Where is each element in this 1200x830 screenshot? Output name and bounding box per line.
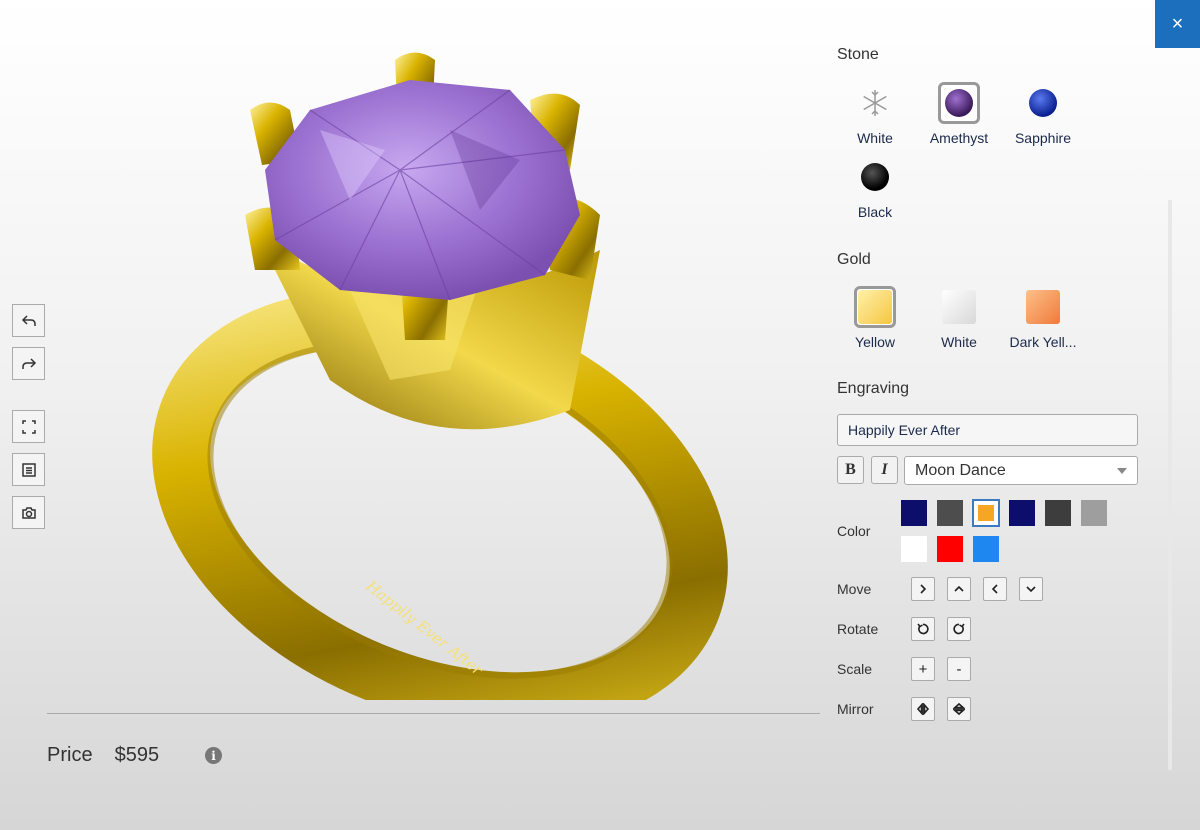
chevron-left-icon	[991, 584, 998, 594]
yellow-gold-tile	[858, 290, 892, 324]
move-left-button[interactable]	[983, 577, 1007, 601]
stone-option-amethyst[interactable]: Amethyst	[917, 82, 1001, 146]
gold-swatch	[938, 286, 980, 328]
move-label: Move	[837, 581, 872, 597]
snapshot-button[interactable]	[12, 496, 45, 529]
price-divider	[47, 713, 820, 714]
chevron-down-icon	[1026, 586, 1036, 593]
color-swatch[interactable]	[1045, 500, 1071, 526]
chevron-down-icon	[1117, 468, 1127, 474]
rotate-ccw-button[interactable]	[911, 617, 935, 641]
stone-swatch-selected	[938, 82, 980, 124]
price-label: Price	[47, 744, 93, 766]
gold-section-title: Gold	[837, 251, 871, 268]
mirror-vertical-button[interactable]	[947, 697, 971, 721]
camera-icon	[21, 506, 36, 519]
stone-label: Black	[857, 204, 893, 220]
color-swatch[interactable]	[901, 536, 927, 562]
fullscreen-button[interactable]	[12, 410, 45, 443]
list-icon	[21, 462, 36, 477]
color-swatch[interactable]	[1009, 500, 1035, 526]
info-icon[interactable]: i	[205, 747, 223, 764]
price-value: $595	[114, 744, 160, 766]
stone-option-black[interactable]: Black	[833, 156, 917, 220]
redo-button[interactable]	[12, 347, 45, 380]
scale-label: Scale	[837, 661, 873, 677]
gold-option-dark-yellow[interactable]: Dark Yell...	[1001, 286, 1085, 350]
dark-yellow-gold-tile	[1026, 290, 1060, 324]
mirror-horizontal-button[interactable]	[911, 697, 935, 721]
fullscreen-icon	[21, 419, 36, 434]
bold-button[interactable]: B	[837, 456, 864, 484]
color-swatch[interactable]	[973, 536, 999, 562]
chevron-up-icon	[954, 585, 964, 592]
color-swatch[interactable]	[937, 500, 963, 526]
font-select-value: Moon Dance	[915, 462, 1006, 479]
price-row: Price $595 i	[47, 744, 223, 767]
italic-button[interactable]: I	[871, 456, 898, 484]
color-swatch[interactable]	[937, 536, 963, 562]
stone-swatch	[1022, 82, 1064, 124]
white-gold-tile	[942, 290, 976, 324]
stone-label: White	[857, 130, 893, 146]
gold-label: White	[941, 334, 977, 350]
details-button[interactable]	[12, 453, 45, 486]
engraving-text-input[interactable]: Happily Ever After	[837, 414, 1138, 446]
close-button[interactable]: ×	[1155, 0, 1200, 48]
gold-swatch	[1022, 286, 1064, 328]
chevron-right-icon	[920, 584, 927, 594]
panel-scrollbar[interactable]	[1168, 200, 1172, 770]
move-down-button[interactable]	[1019, 577, 1043, 601]
scale-up-button[interactable]: +	[911, 657, 935, 681]
scale-down-button[interactable]: -	[947, 657, 971, 681]
color-label: Color	[837, 523, 871, 539]
plus-icon: +	[918, 660, 928, 678]
ring-model[interactable]: Happily Ever After	[150, 40, 750, 700]
rotate-ccw-icon	[917, 623, 929, 635]
gold-option-white[interactable]: White	[917, 286, 1001, 350]
redo-icon	[21, 357, 36, 369]
flip-vertical-icon	[952, 702, 966, 716]
ring-viewer[interactable]: Happily Ever After Price $595 i	[0, 0, 820, 830]
undo-icon	[21, 314, 36, 326]
flip-horizontal-icon	[916, 702, 930, 716]
color-swatch[interactable]	[1081, 500, 1107, 526]
rotate-label: Rotate	[837, 621, 879, 637]
stone-swatch	[854, 156, 896, 198]
gold-label: Yellow	[855, 334, 895, 350]
mirror-label: Mirror	[837, 701, 874, 717]
amethyst-gem-icon	[945, 89, 973, 117]
stone-label: Amethyst	[929, 130, 989, 146]
engraving-section-title: Engraving	[837, 380, 910, 397]
color-swatch[interactable]	[901, 500, 927, 526]
black-gem-icon	[861, 163, 889, 191]
move-right-button[interactable]	[911, 577, 935, 601]
color-swatch-fill	[978, 505, 994, 521]
gold-swatch-selected	[854, 286, 896, 328]
stone-label: Sapphire	[1014, 130, 1072, 146]
undo-button[interactable]	[12, 304, 45, 337]
rotate-cw-button[interactable]	[947, 617, 971, 641]
stone-option-sapphire[interactable]: Sapphire	[1001, 82, 1085, 146]
stone-swatch	[854, 82, 896, 124]
color-swatch[interactable]	[972, 499, 1000, 527]
rotate-cw-icon	[953, 623, 965, 635]
gold-label: Dark Yell...	[1009, 334, 1077, 350]
stone-section-title: Stone	[837, 46, 879, 63]
snowflake-gem-icon	[863, 90, 887, 116]
minus-icon: -	[956, 660, 962, 678]
gold-option-yellow[interactable]: Yellow	[833, 286, 917, 350]
stone-option-white[interactable]: White	[833, 82, 917, 146]
sapphire-gem-icon	[1029, 89, 1057, 117]
move-up-button[interactable]	[947, 577, 971, 601]
font-select[interactable]: Moon Dance	[904, 456, 1138, 485]
